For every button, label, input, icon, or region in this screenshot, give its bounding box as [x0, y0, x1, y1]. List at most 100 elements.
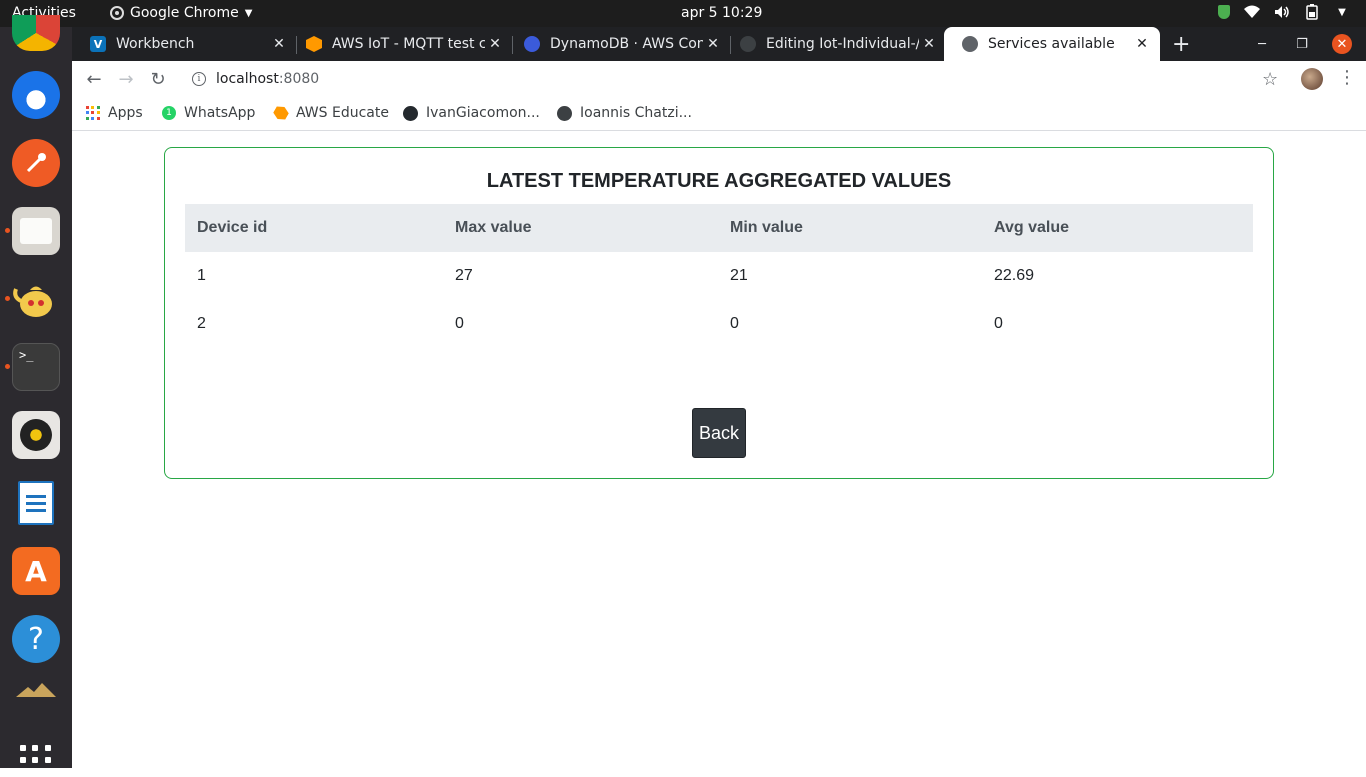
bookmark-label: Ioannis Chatzi...: [580, 105, 692, 121]
tab-aws-iot[interactable]: AWS IoT - MQTT test cl ✕: [288, 27, 513, 61]
bookmark-label: AWS Educate: [296, 105, 389, 121]
table-cell: 0: [730, 315, 739, 332]
globe-icon: [557, 105, 572, 121]
table-header-row: Device id Max value Min value Avg value: [185, 204, 1253, 252]
power-menu-chevron-icon: ▼: [1338, 6, 1346, 18]
postman-icon[interactable]: [12, 139, 60, 187]
bookmark-ivangiacomon[interactable]: IvanGiacomon...: [403, 103, 540, 123]
tab-services-available[interactable]: Services available ✕: [944, 27, 1160, 61]
new-tab-icon[interactable]: +: [1172, 32, 1190, 57]
system-tray[interactable]: ▼: [1218, 4, 1350, 20]
battery-icon: [1304, 4, 1320, 20]
tab-dynamodb[interactable]: DynamoDB · AWS Con ✕: [506, 27, 731, 61]
table-row: 2 0 0 0: [185, 300, 1253, 348]
writer-icon[interactable]: [12, 479, 60, 527]
page-content: LATEST TEMPERATURE AGGREGATED VALUES Dev…: [72, 131, 1366, 768]
info-icon[interactable]: i: [192, 72, 206, 86]
back-button[interactable]: Back: [692, 408, 746, 458]
apps-grid-icon: [86, 106, 100, 120]
aws-favicon-icon: [306, 36, 322, 52]
tab-title: Editing Iot-Individual-/: [766, 36, 919, 52]
table-cell: 21: [730, 267, 748, 284]
clock[interactable]: apr 5 10:29: [681, 5, 762, 21]
rhythmbox-icon[interactable]: [12, 411, 60, 459]
bookmark-label: IvanGiacomon...: [426, 105, 540, 121]
browser-toolbar: ← → ↻ i localhost:8080 ☆ ⋮: [72, 61, 1366, 97]
aws-icon: [271, 103, 290, 122]
help-icon[interactable]: ?: [12, 615, 60, 663]
whatsapp-icon: 1: [162, 106, 176, 120]
system-top-bar: Activities Google Chrome ▼ apr 5 10:29 ▼: [0, 0, 1366, 27]
column-header: Device id: [185, 204, 443, 252]
profile-avatar[interactable]: [1301, 68, 1323, 90]
github-favicon-icon: [740, 36, 756, 52]
running-indicator: [5, 364, 10, 369]
bookmark-aws-educate[interactable]: AWS Educate: [274, 103, 389, 123]
shield-icon[interactable]: [1218, 5, 1230, 19]
bookmarks-bar: Apps 1 WhatsApp AWS Educate IvanGiacomon…: [72, 97, 1366, 131]
tab-title: DynamoDB · AWS Con: [550, 36, 703, 52]
chrome-icon: [110, 6, 124, 20]
table-cell: 1: [197, 267, 206, 284]
table-cell: 22.69: [994, 267, 1035, 284]
dock: >_ A ?: [0, 15, 72, 776]
forward-arrow-icon[interactable]: →: [114, 67, 138, 91]
dynamodb-favicon-icon: [524, 36, 540, 52]
table-cell: 2: [197, 315, 206, 332]
running-indicator: [5, 228, 10, 233]
back-arrow-icon[interactable]: ←: [82, 67, 106, 91]
close-icon[interactable]: ✕: [919, 36, 939, 52]
minimize-icon[interactable]: ─: [1252, 27, 1272, 61]
tab-title: Workbench: [116, 36, 195, 52]
close-icon[interactable]: ✕: [485, 36, 505, 52]
workbench-favicon-icon: V: [90, 36, 106, 52]
table-cell: 0: [994, 315, 1003, 332]
url-port: :8080: [278, 71, 320, 87]
running-indicator: [5, 296, 10, 301]
table-cell: 27: [455, 267, 473, 284]
bookmark-label: WhatsApp: [184, 105, 256, 121]
reload-icon[interactable]: ↻: [146, 67, 170, 91]
tab-github-editing[interactable]: Editing Iot-Individual-/ ✕: [722, 27, 947, 61]
globe-favicon-icon: [962, 36, 978, 52]
github-icon: [403, 105, 418, 121]
files-icon[interactable]: [12, 207, 60, 255]
url-host: localhost: [216, 71, 279, 87]
tab-workbench[interactable]: V Workbench ✕: [72, 27, 297, 61]
bookmark-apps[interactable]: Apps: [86, 103, 143, 123]
table-row: 1 27 21 22.69: [185, 252, 1253, 300]
close-icon[interactable]: ✕: [269, 36, 289, 52]
thunderbird-icon[interactable]: [12, 71, 60, 119]
column-header: Max value: [443, 204, 718, 252]
software-icon[interactable]: A: [12, 547, 60, 595]
values-card: LATEST TEMPERATURE AGGREGATED VALUES Dev…: [164, 147, 1274, 479]
tab-strip: V Workbench ✕ AWS IoT - MQTT test cl ✕ D…: [72, 27, 1366, 61]
mountain-icon[interactable]: [12, 681, 60, 697]
show-applications-icon[interactable]: [20, 745, 52, 777]
window-close-button[interactable]: ✕: [1332, 27, 1352, 61]
chevron-down-icon: ▼: [244, 7, 253, 19]
column-header: Avg value: [982, 204, 1253, 252]
app-menu-label: Google Chrome: [130, 5, 239, 21]
page-title: LATEST TEMPERATURE AGGREGATED VALUES: [486, 170, 952, 192]
tab-title: Services available: [988, 36, 1115, 52]
wifi-icon: [1244, 4, 1260, 20]
bookmark-label: Apps: [108, 105, 143, 121]
restore-icon[interactable]: ❐: [1292, 27, 1312, 61]
teapot-icon[interactable]: [12, 275, 60, 323]
bookmark-whatsapp[interactable]: 1 WhatsApp: [162, 103, 255, 123]
bookmark-star-icon[interactable]: ☆: [1262, 69, 1278, 90]
kebab-menu-icon[interactable]: ⋮: [1338, 67, 1356, 88]
tab-title: AWS IoT - MQTT test cl: [332, 36, 485, 52]
close-icon[interactable]: ✕: [1132, 36, 1152, 52]
close-icon: ✕: [1332, 34, 1352, 54]
address-bar[interactable]: i localhost:8080: [180, 64, 1288, 94]
terminal-icon[interactable]: >_: [12, 343, 60, 391]
chrome-icon[interactable]: [12, 15, 60, 51]
aggregated-values-table: Device id Max value Min value Avg value …: [185, 204, 1253, 348]
table-cell: 0: [455, 315, 464, 332]
column-header: Min value: [718, 204, 982, 252]
bookmark-ioannis[interactable]: Ioannis Chatzi...: [557, 103, 692, 123]
app-menu[interactable]: Google Chrome ▼: [110, 5, 252, 21]
close-icon[interactable]: ✕: [703, 36, 723, 52]
